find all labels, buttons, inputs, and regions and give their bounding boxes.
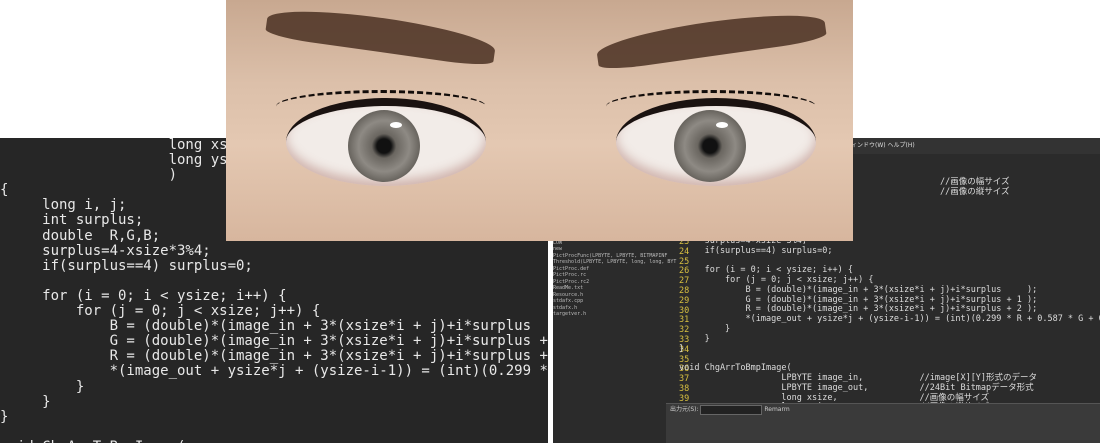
code-line: } xyxy=(679,333,710,344)
code-line: } xyxy=(679,323,731,334)
menu-bar[interactable]: ウィンドウ(W) ヘルプ(H) xyxy=(841,138,1100,154)
output-source-row: 出力元(S): Remarm xyxy=(666,404,1100,416)
left-eyebrow xyxy=(264,2,498,68)
right-glint xyxy=(716,122,728,128)
right-iris xyxy=(674,110,746,182)
output-source-value: Remarm xyxy=(764,406,790,413)
tree-item: targetver.h xyxy=(553,311,587,317)
left-glint xyxy=(390,122,402,128)
right-eye xyxy=(616,98,816,186)
code-line: if(surplus==4) surplus=0; xyxy=(0,257,253,274)
code-line: } xyxy=(0,408,9,425)
code-line: B = (double)*(image_in + 3*(xsize*i + j)… xyxy=(0,318,548,335)
output-source-select[interactable] xyxy=(700,404,763,415)
code-line: *(image_out + ysize*j + (ysize-i-1)) = (… xyxy=(109,363,548,380)
code-line: } xyxy=(679,343,685,354)
left-eye xyxy=(286,98,486,186)
code-line: surplus=4-xsize*3%4; xyxy=(0,242,211,259)
tree-item: Threshold(LPBYTE, LPBYTE, long, long, BY… xyxy=(553,259,677,265)
code-line: } xyxy=(0,393,51,410)
code-line: R = (double)*(image_in + 3*(xsize*i + j)… xyxy=(0,348,548,365)
code-line: G = (double)*(image_in + 3*(xsize*i + j)… xyxy=(0,333,548,350)
code-line: *(image_out + ysize*j + (ysize-i-1)) = (… xyxy=(679,314,1100,325)
code-line: for (i = 0; i < ysize; i++) { xyxy=(0,287,287,304)
output-source-label: 出力元(S): xyxy=(670,406,699,413)
code-line: for (j = 0; j < xsize; j++) { xyxy=(0,303,321,320)
output-pane: 出力元(S): Remarm xyxy=(666,403,1100,443)
code-line: if(surplus==4) surplus=0; xyxy=(679,245,833,256)
project-tree[interactable]: HIGHLOWnewPictProcFunc(LPBYTE, LPBYTE, B… xyxy=(553,233,677,318)
right-eyebrow xyxy=(594,6,828,72)
eyes-photo xyxy=(226,0,853,241)
code-line: } xyxy=(0,378,85,395)
left-iris xyxy=(348,110,420,182)
